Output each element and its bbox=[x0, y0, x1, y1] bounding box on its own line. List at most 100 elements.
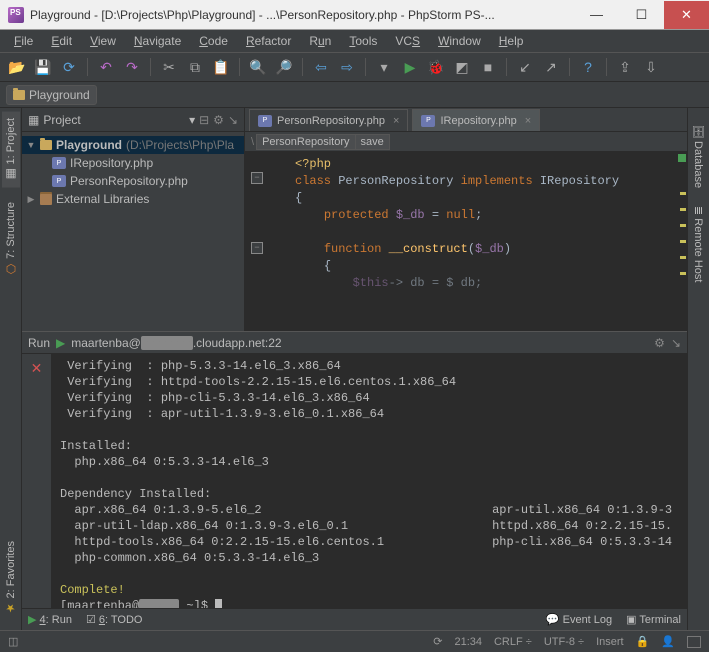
hide-panel-icon[interactable]: ↘ bbox=[228, 113, 238, 127]
php-file-icon: P bbox=[421, 115, 435, 127]
menu-view[interactable]: View bbox=[82, 32, 124, 50]
project-icon: ▦ bbox=[28, 113, 39, 127]
editor-tab[interactable]: P PersonRepository.php × bbox=[249, 109, 408, 131]
save-all-icon[interactable]: 💾 bbox=[32, 56, 54, 78]
caret-position: 21:34 bbox=[454, 636, 482, 648]
crumb-class[interactable]: PersonRepository bbox=[256, 134, 355, 150]
nav-back-icon[interactable]: ⇦ bbox=[310, 56, 332, 78]
menu-help[interactable]: Help bbox=[491, 32, 532, 50]
menu-navigate[interactable]: Navigate bbox=[126, 32, 189, 50]
project-tree[interactable]: ▼ Playground (D:\Projects\Php\Pla P IRep… bbox=[22, 132, 244, 212]
tree-file[interactable]: P PersonRepository.php bbox=[22, 172, 244, 190]
minimize-button[interactable]: — bbox=[574, 1, 619, 29]
php-file-icon: P bbox=[52, 157, 66, 169]
tree-external-label: External Libraries bbox=[56, 192, 149, 206]
folder-icon bbox=[13, 90, 25, 100]
editor-tab[interactable]: P IRepository.php × bbox=[412, 109, 540, 131]
editor-breadcrumbs: \ PersonRepository save bbox=[245, 132, 687, 152]
fold-toggle-icon[interactable]: − bbox=[251, 242, 263, 254]
tree-external-libs[interactable]: ▶ External Libraries bbox=[22, 190, 244, 208]
line-ending[interactable]: CRLF ÷ bbox=[494, 636, 532, 648]
project-dropdown-icon[interactable]: ▾ bbox=[189, 113, 195, 127]
close-process-icon[interactable]: ✕ bbox=[31, 360, 43, 377]
breadcrumb-bar: Playground bbox=[0, 82, 709, 108]
fold-toggle-icon[interactable]: − bbox=[251, 172, 263, 184]
tab-project[interactable]: ▦ 1: Project bbox=[2, 112, 20, 188]
menu-code[interactable]: Code bbox=[191, 32, 236, 50]
code-editor[interactable]: <?php class PersonRepository implements … bbox=[245, 152, 687, 331]
tree-file[interactable]: P IRepository.php bbox=[22, 154, 244, 172]
tree-root[interactable]: ▼ Playground (D:\Projects\Php\Pla bbox=[22, 136, 244, 154]
tool-todo[interactable]: ☑ 6: TODO bbox=[86, 613, 143, 626]
menu-tools[interactable]: Tools bbox=[341, 32, 385, 50]
coverage-icon[interactable]: ◩ bbox=[451, 56, 473, 78]
tab-favorites[interactable]: ★ 2: Favorites bbox=[2, 535, 19, 621]
right-tool-rail: 🗄 Database ≣ Remote Host bbox=[687, 108, 709, 630]
library-icon bbox=[40, 194, 52, 205]
minimize-panel-icon[interactable]: ↘ bbox=[671, 336, 681, 350]
memory-indicator[interactable] bbox=[687, 636, 701, 648]
paste-icon[interactable]: 📋 bbox=[210, 56, 232, 78]
maximize-button[interactable]: ☐ bbox=[619, 1, 664, 29]
console-output[interactable]: Verifying : php-5.3.3-14.el6_3.x86_64 Ve… bbox=[52, 354, 687, 608]
stop-icon[interactable]: ■ bbox=[477, 56, 499, 78]
encoding[interactable]: UTF-8 ÷ bbox=[544, 636, 584, 648]
menu-vcs[interactable]: VCS bbox=[387, 32, 428, 50]
toggle-tool-windows-icon[interactable]: ◫ bbox=[8, 635, 18, 648]
close-button[interactable]: ✕ bbox=[664, 1, 709, 29]
php-file-icon: P bbox=[258, 115, 272, 127]
redo-icon[interactable]: ↷ bbox=[121, 56, 143, 78]
tool-run[interactable]: ▶ 4: Run bbox=[28, 613, 72, 626]
collapse-icon[interactable]: ⊟ bbox=[199, 113, 209, 127]
insert-mode: Insert bbox=[596, 636, 624, 648]
background-tasks-icon[interactable]: ⟳ bbox=[433, 635, 442, 648]
undo-icon[interactable]: ↶ bbox=[95, 56, 117, 78]
close-tab-icon[interactable]: × bbox=[525, 115, 531, 127]
main-toolbar: 📂 💾 ⟳ ↶ ↷ ✂ ⧉ 📋 🔍 🔎 ⇦ ⇨ ▾ ▶ 🐞 ◩ ■ ↙ ↗ ? … bbox=[0, 52, 709, 82]
hector-icon[interactable]: 👤 bbox=[661, 635, 675, 648]
menu-file[interactable]: File bbox=[6, 32, 41, 50]
settings-icon[interactable]: ⚙ bbox=[654, 336, 665, 350]
tree-root-name: Playground bbox=[56, 138, 122, 152]
menu-run[interactable]: Run bbox=[301, 32, 339, 50]
tree-root-path: (D:\Projects\Php\Pla bbox=[126, 138, 234, 152]
run-icon[interactable]: ▶ bbox=[399, 56, 421, 78]
sync-icon[interactable]: ⟳ bbox=[58, 56, 80, 78]
folder-icon bbox=[40, 140, 52, 150]
nav-forward-icon[interactable]: ⇨ bbox=[336, 56, 358, 78]
tab-structure[interactable]: ⬡ 7: Structure bbox=[2, 196, 20, 282]
menu-window[interactable]: Window bbox=[430, 32, 489, 50]
window-title: Playground - [D:\Projects\Php\Playground… bbox=[30, 8, 574, 22]
replace-icon[interactable]: 🔎 bbox=[273, 56, 295, 78]
run-gutter: ✕ bbox=[22, 354, 52, 608]
crumb-method[interactable]: save bbox=[355, 134, 390, 150]
error-stripe bbox=[677, 152, 687, 331]
tree-file-label: IRepository.php bbox=[70, 156, 153, 170]
debug-icon[interactable]: 🐞 bbox=[425, 56, 447, 78]
app-icon bbox=[8, 7, 24, 23]
tab-database[interactable]: 🗄 Database bbox=[690, 118, 707, 194]
close-tab-icon[interactable]: × bbox=[393, 115, 399, 127]
find-icon[interactable]: 🔍 bbox=[247, 56, 269, 78]
lock-icon[interactable]: 🔒 bbox=[636, 635, 650, 648]
editor-area: P PersonRepository.php × P IRepository.p… bbox=[245, 108, 687, 331]
tool-event-log[interactable]: 💬 Event Log bbox=[546, 613, 612, 626]
vcs-push-icon[interactable]: ↗ bbox=[540, 56, 562, 78]
run-config-dropdown[interactable]: ▾ bbox=[373, 56, 395, 78]
menu-refactor[interactable]: Refactor bbox=[238, 32, 299, 50]
open-icon[interactable]: 📂 bbox=[6, 56, 28, 78]
copy-icon[interactable]: ⧉ bbox=[184, 56, 206, 78]
tool-terminal[interactable]: ▣ Terminal bbox=[626, 613, 681, 626]
breadcrumb-root[interactable]: Playground bbox=[6, 85, 97, 105]
cut-icon[interactable]: ✂ bbox=[158, 56, 180, 78]
vcs-pull-icon[interactable]: ↙ bbox=[514, 56, 536, 78]
menu-edit[interactable]: Edit bbox=[43, 32, 80, 50]
upload-icon[interactable]: ⇪ bbox=[614, 56, 636, 78]
project-tab-label: Project bbox=[43, 113, 185, 127]
run-tool-window: Run ▶ maartenba@xxxxxxxx.cloudapp.net:22… bbox=[22, 331, 687, 608]
download-icon[interactable]: ⇩ bbox=[640, 56, 662, 78]
run-session: maartenba@xxxxxxxx.cloudapp.net:22 bbox=[71, 336, 281, 350]
help-icon[interactable]: ? bbox=[577, 56, 599, 78]
gear-icon[interactable]: ⚙ bbox=[213, 113, 224, 127]
tab-remote-host[interactable]: ≣ Remote Host bbox=[690, 200, 707, 288]
